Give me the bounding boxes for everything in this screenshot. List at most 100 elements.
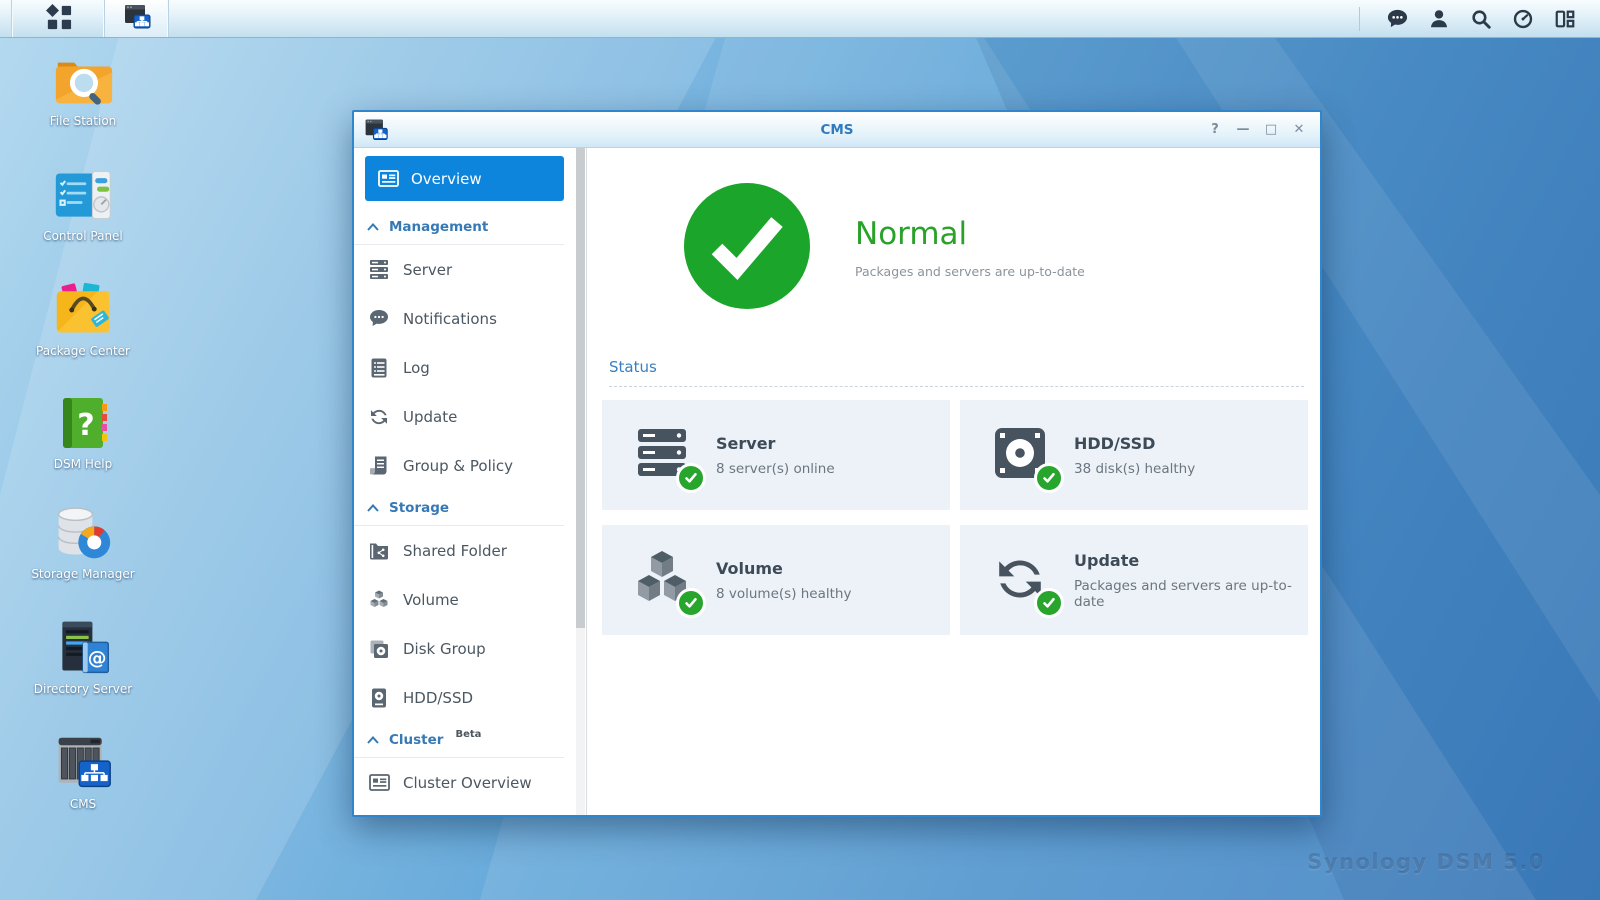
sidebar-item-group-policy[interactable]: Group & Policy xyxy=(354,441,586,490)
desktop-icon-storage-manager[interactable]: Storage Manager xyxy=(22,503,144,582)
sidebar-scrollbar[interactable] xyxy=(576,148,585,815)
desktop-icon-package-center[interactable]: Package Center xyxy=(22,280,144,359)
directory-server-icon: @ xyxy=(51,618,115,678)
chat-icon[interactable] xyxy=(1376,0,1418,38)
storage-manager-icon xyxy=(51,503,115,563)
window-title: CMS xyxy=(354,122,1320,138)
status-cards: Server 8 server(s) online xyxy=(602,400,1308,635)
cms-sidebar: Overview Management Server xyxy=(354,148,587,815)
sidebar-item-label: Volume xyxy=(403,591,459,609)
taskbar xyxy=(0,0,1600,38)
sidebar-item-label: Overview xyxy=(411,170,482,188)
beta-badge: Beta xyxy=(455,729,481,740)
status-card-volume[interactable]: Volume 8 volume(s) healthy xyxy=(602,525,950,635)
sidebar-item-label: Cluster Overview xyxy=(403,774,532,792)
taskbar-tray xyxy=(1359,0,1600,37)
chevron-up-icon xyxy=(367,223,379,231)
desktop-icon-label: Storage Manager xyxy=(22,567,144,582)
cms-icon xyxy=(51,733,115,793)
window-cms-icon xyxy=(363,117,389,143)
healthy-check-icon xyxy=(1034,463,1064,493)
sidebar-item-label: Shared Folder xyxy=(403,542,507,560)
status-card-server[interactable]: Server 8 server(s) online xyxy=(602,400,950,510)
desktop-icon-label: DSM Help xyxy=(22,457,144,472)
window-controls: ? — □ ✕ xyxy=(1204,120,1320,140)
search-icon[interactable] xyxy=(1460,0,1502,38)
sidebar-item-label: Log xyxy=(403,359,430,377)
sidebar-item-overview[interactable]: Overview xyxy=(365,156,564,201)
group-policy-icon xyxy=(367,456,391,476)
sidebar-item-server[interactable]: Server xyxy=(354,245,586,294)
desktop-icon-label: Control Panel xyxy=(22,229,144,244)
taskbar-cms-button[interactable] xyxy=(105,0,169,37)
desktop-icon-file-station[interactable]: File Station xyxy=(22,50,144,129)
file-station-icon xyxy=(51,50,115,110)
synology-dsm-watermark: Synology DSM 5.0 xyxy=(1307,850,1545,874)
sidebar-section-management[interactable]: Management xyxy=(354,209,564,245)
card-title: Update xyxy=(1074,551,1308,570)
card-text: Packages and servers are up-to-date xyxy=(1074,578,1308,610)
sidebar-item-label: Update xyxy=(403,408,457,426)
user-icon[interactable] xyxy=(1418,0,1460,38)
cms-window: CMS ? — □ ✕ Overview xyxy=(352,110,1322,817)
widgets-icon[interactable] xyxy=(1502,0,1544,38)
desktop-icon-label: Package Center xyxy=(22,344,144,359)
sidebar-section-cluster[interactable]: Cluster Beta xyxy=(354,722,564,758)
main-menu-button[interactable] xyxy=(13,0,105,37)
status-title: Normal xyxy=(855,216,1085,252)
healthy-check-icon xyxy=(676,588,706,618)
server-icon xyxy=(367,260,391,279)
sidebar-item-notifications[interactable]: Notifications xyxy=(354,294,586,343)
desktop-icon-cms[interactable]: CMS xyxy=(22,733,144,812)
status-ok-icon xyxy=(683,182,811,310)
sidebar-item-log[interactable]: Log xyxy=(354,343,586,392)
help-button[interactable]: ? xyxy=(1204,120,1226,140)
sidebar-item-cluster-overview[interactable]: Cluster Overview xyxy=(354,758,586,807)
notifications-icon xyxy=(367,309,391,328)
sidebar-section-label: Management xyxy=(389,219,488,235)
minimize-button[interactable]: — xyxy=(1232,120,1254,140)
desktop-icon-dsm-help[interactable]: ? DSM Help xyxy=(22,393,144,472)
chevron-up-icon xyxy=(367,736,379,744)
sidebar-scrollbar-thumb[interactable] xyxy=(576,148,585,628)
chevron-up-icon xyxy=(367,504,379,512)
desktop-icon-label: File Station xyxy=(22,114,144,129)
card-text: 8 volume(s) healthy xyxy=(716,586,851,602)
sidebar-section-storage[interactable]: Storage xyxy=(354,490,564,526)
sidebar-item-disk-group[interactable]: Disk Group xyxy=(354,624,586,673)
status-card-update[interactable]: Update Packages and servers are up-to-da… xyxy=(960,525,1308,635)
desktop-icon-control-panel[interactable]: Control Panel xyxy=(22,165,144,244)
sidebar-item-label: HDD/SSD xyxy=(403,689,473,707)
volume-icon xyxy=(367,590,391,610)
sidebar-item-hdd-ssd[interactable]: HDD/SSD xyxy=(354,673,586,722)
sidebar-item-shared-folder[interactable]: Shared Folder xyxy=(354,526,586,575)
sidebar-item-volume[interactable]: Volume xyxy=(354,575,586,624)
card-text: 8 server(s) online xyxy=(716,461,835,477)
sidebar-section-label: Storage xyxy=(389,500,449,516)
log-icon xyxy=(367,358,391,378)
shared-folder-icon xyxy=(367,542,391,560)
main-menu-icon xyxy=(46,4,72,34)
package-center-icon xyxy=(51,280,115,340)
tray-divider xyxy=(1359,7,1360,31)
control-panel-icon xyxy=(51,165,115,225)
svg-text:@: @ xyxy=(88,648,107,669)
sidebar-item-update[interactable]: Update xyxy=(354,392,586,441)
status-section-divider xyxy=(609,386,1304,387)
window-titlebar[interactable]: CMS ? — □ ✕ xyxy=(354,112,1320,148)
healthy-check-icon xyxy=(676,463,706,493)
overview-content: Normal Packages and servers are up-to-da… xyxy=(587,148,1320,815)
cms-app-icon xyxy=(122,2,152,36)
desktop-icon-directory-server[interactable]: @ Directory Server xyxy=(22,618,144,697)
sidebar-item-partial[interactable] xyxy=(354,807,586,815)
pilot-view-icon[interactable] xyxy=(1544,0,1586,38)
card-title: Volume xyxy=(716,559,851,578)
overview-icon xyxy=(378,170,399,187)
close-button[interactable]: ✕ xyxy=(1288,120,1310,140)
healthy-check-icon xyxy=(1034,588,1064,618)
maximize-button[interactable]: □ xyxy=(1260,120,1282,140)
desktop-icon-label: Directory Server xyxy=(22,682,144,697)
sidebar-section-label: Cluster xyxy=(389,732,443,748)
status-card-hdd-ssd[interactable]: HDD/SSD 38 disk(s) healthy xyxy=(960,400,1308,510)
card-title: HDD/SSD xyxy=(1074,434,1195,453)
